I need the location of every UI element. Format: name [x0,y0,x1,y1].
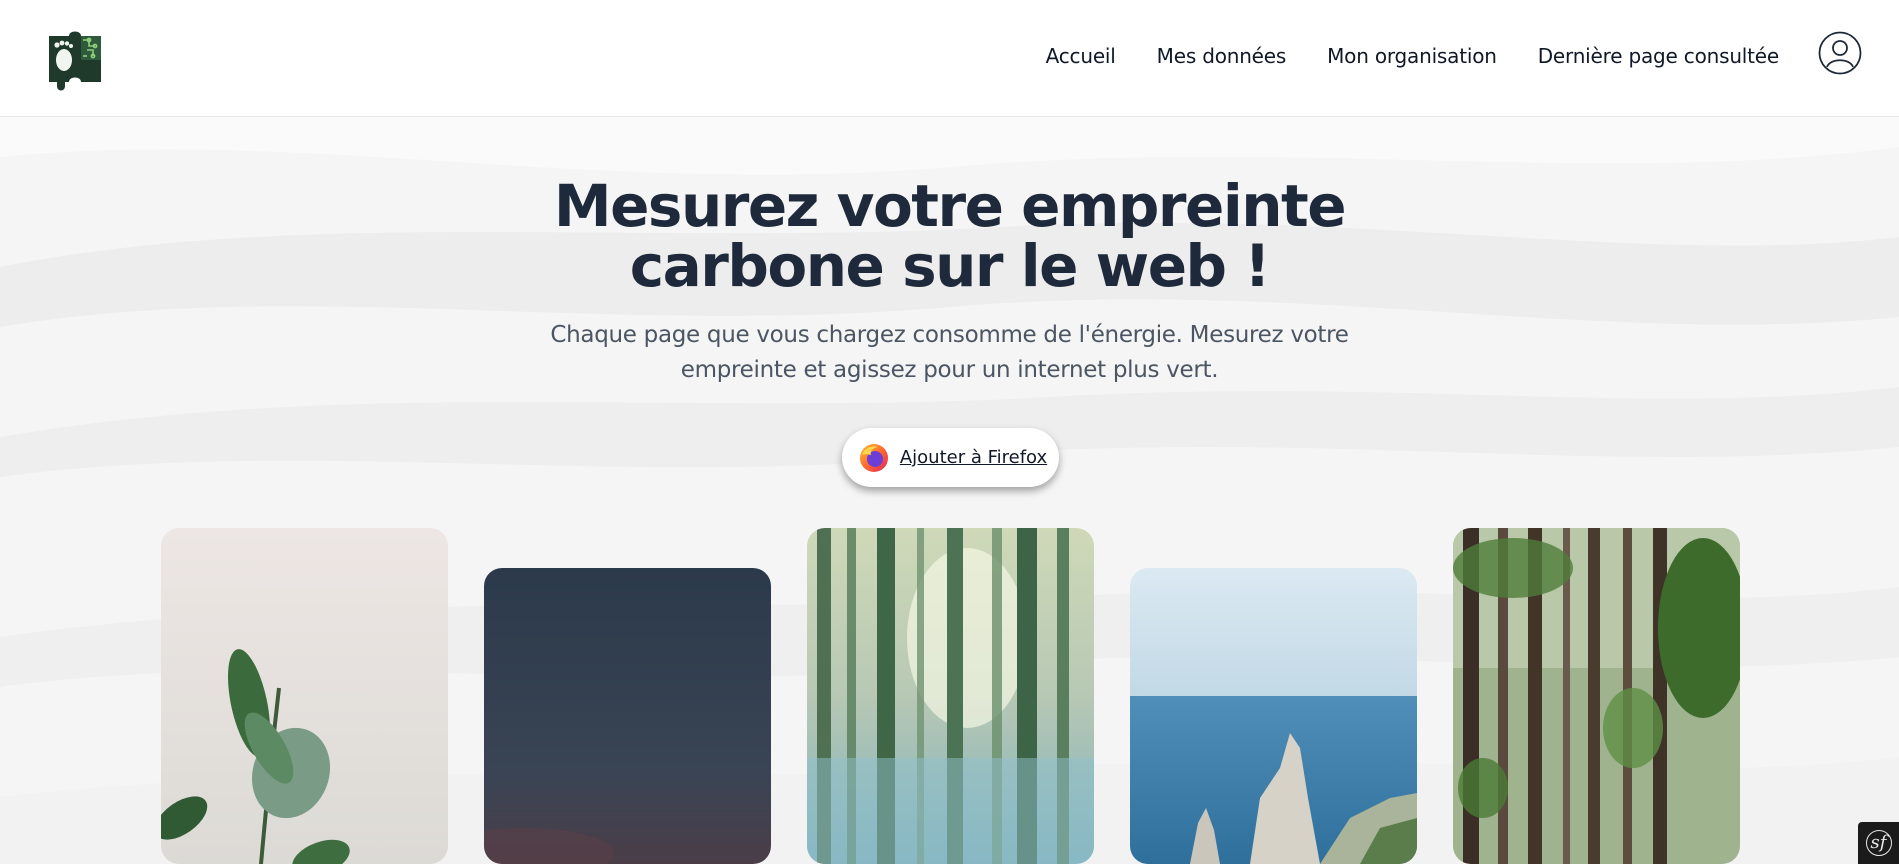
dusk-sky-photo [484,568,771,864]
nav-link-derniere-page[interactable]: Dernière page consultée [1538,44,1779,68]
top-navigation-bar: Accueil Mes données Mon organisation Der… [0,0,1899,117]
hero-subtitle: Chaque page que vous chargez consomme de… [0,318,1899,388]
add-to-firefox-label: Ajouter à Firefox [899,447,1048,468]
hero-title: Mesurez votre empreinte carbone sur le w… [0,176,1899,296]
site-logo[interactable] [47,30,103,92]
hero-subtitle-line-1: Chaque page que vous chargez consomme de… [550,322,1349,348]
hero-title-line-2: carbone sur le web ! [629,232,1271,300]
user-icon [1818,31,1862,75]
symfony-debug-toolbar-toggle[interactable]: sf [1858,822,1899,864]
nav-link-accueil[interactable]: Accueil [1046,44,1116,68]
hero-title-line-1: Mesurez votre empreinte [553,172,1347,240]
add-to-firefox-button[interactable]: Ajouter à Firefox [842,428,1059,487]
nav-link-mon-organisation[interactable]: Mon organisation [1327,44,1497,68]
nav-link-mes-donnees[interactable]: Mes données [1157,44,1287,68]
plant-photo [161,528,448,864]
firefox-icon [859,443,888,472]
pine-forest-photo [1453,528,1740,864]
symfony-icon: sf [1865,830,1892,856]
main-nav: Accueil Mes données Mon organisation Der… [1046,44,1780,68]
user-account-button[interactable] [1818,31,1862,75]
gallery-card-misty-forest [807,528,1094,864]
sea-cliff-photo [1130,568,1417,864]
gallery-card-pine-forest [1453,528,1740,864]
gallery-card-plant [161,528,448,864]
gallery-card-sea-cliff [1130,568,1417,864]
misty-forest-photo [807,528,1094,864]
gallery-card-dusk [484,568,771,864]
hero-subtitle-line-2: empreinte et agissez pour un internet pl… [680,357,1219,383]
